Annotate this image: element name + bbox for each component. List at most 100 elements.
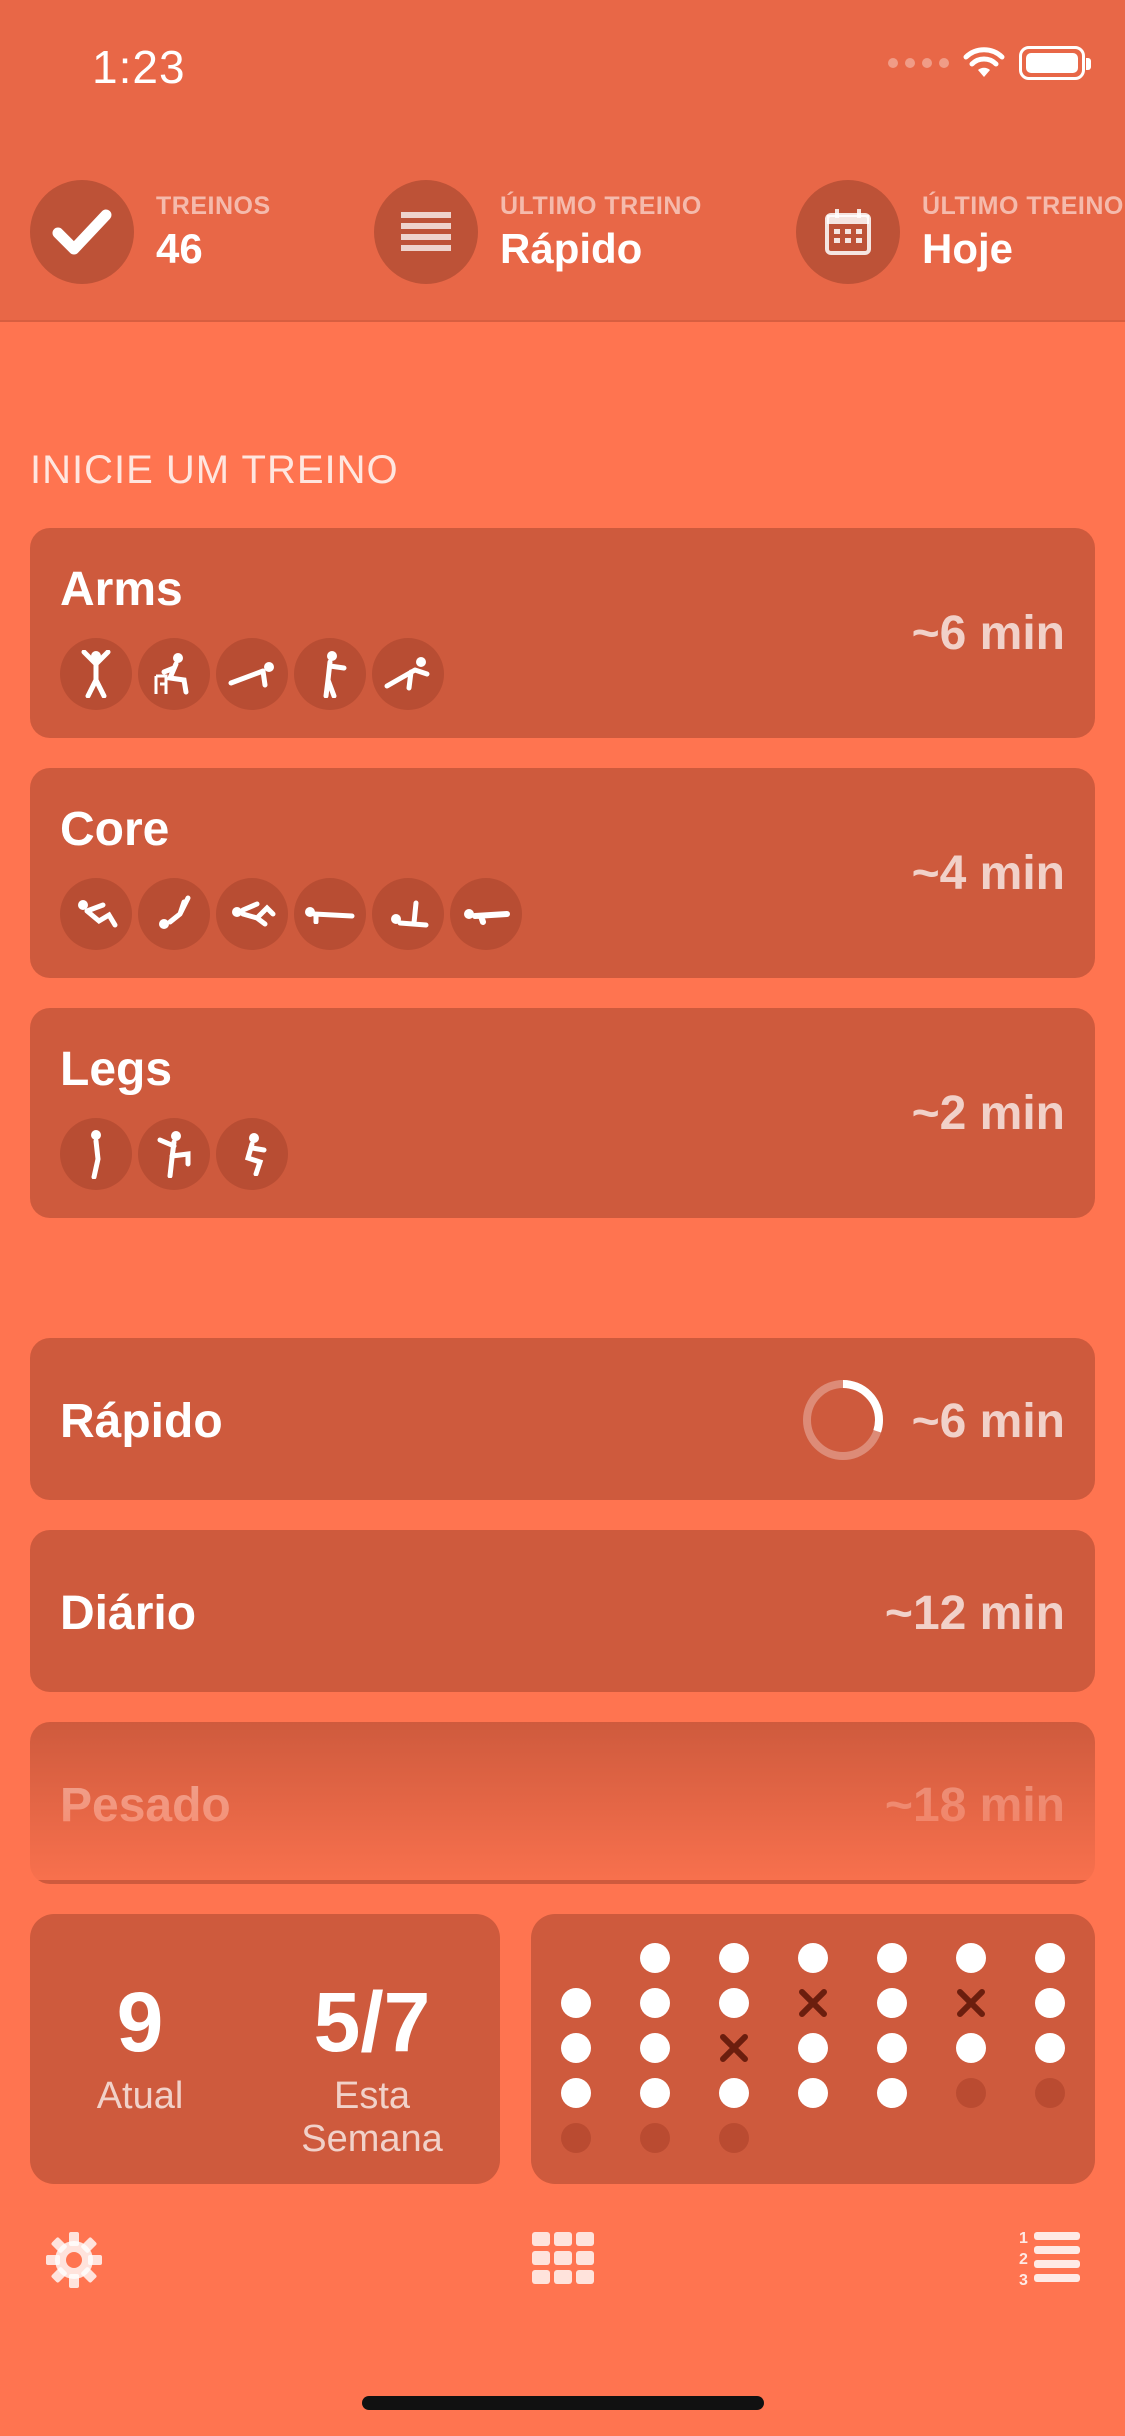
stat-last-workout-date: ÚLTIMO TREINO Hoje [796,180,1124,284]
day-future-dot [1035,2078,1065,2108]
section-title: INICIE UM TREINO [30,448,399,492]
day-done-dot [798,2078,828,2108]
day-done-dot [561,2033,591,2063]
workout-card-pesado[interactable]: Pesado ~18 min [30,1722,1095,1884]
stats-header: 1:23 TREINOS 46 ÚLTIMO TREINO Rápido ÚLT… [0,0,1125,322]
plank-icon [294,878,366,950]
checkmark-icon [30,180,134,284]
calendar-icon [796,180,900,284]
day-done-dot [640,2078,670,2108]
current-streak-value: 9 [116,1975,164,2069]
grid-icon[interactable] [532,2232,594,2284]
day-done-dot [877,1943,907,1973]
day-done-dot [877,2078,907,2108]
stat-value: 46 [156,224,203,272]
day-done-dot [640,1988,670,2018]
week-streak-label: Esta Semana [301,2075,443,2160]
day-done-dot [877,1988,907,2018]
list-icon [374,180,478,284]
plank-rotation-icon [372,638,444,710]
workout-card-diario[interactable]: Diário ~12 min [30,1530,1095,1692]
workout-name: Pesado [60,1779,231,1832]
squat-icon [216,1118,288,1190]
exercise-icons [60,638,444,710]
workout-duration: ~6 min [911,1395,1065,1448]
workout-name: Diário [60,1587,197,1640]
workout-card-rapido[interactable]: Rápido ~6 min [30,1338,1095,1500]
workout-duration: ~4 min [911,847,1065,900]
day-done-dot [1035,2033,1065,2063]
crunch-icon [60,878,132,950]
chair-dip-icon [138,638,210,710]
day-done-dot [719,1988,749,2018]
workout-duration: ~18 min [884,1779,1065,1832]
stat-value: Hoje [922,224,1014,272]
current-streak: 9 Atual [70,1974,210,2118]
push-up-icon [216,638,288,710]
week-streak: 5/7 Esta Semana [262,1974,482,2161]
history-grid [561,1943,1065,2153]
day-done-dot [719,1943,749,1973]
workout-name: Legs [60,1043,173,1096]
workout-duration: ~6 min [911,607,1065,660]
exercise-icons [60,1118,288,1190]
day-missed-mark [957,1989,985,2017]
workout-name: Core [60,803,170,856]
workout-duration: ~2 min [911,1087,1065,1140]
day-done-dot [798,1943,828,1973]
stat-label: ÚLTIMO TREINO [922,191,1124,220]
day-future-dot [640,2123,670,2153]
progress-ring-icon [803,1380,883,1460]
gear-icon[interactable] [44,2230,104,2290]
workout-name: Arms [60,563,183,616]
bicycle-crunch-icon [216,878,288,950]
day-future-dot [719,2123,749,2153]
superman-icon [450,878,522,950]
day-future-dot [956,2078,986,2108]
wifi-icon [963,47,1005,77]
jumping-jack-icon [60,638,132,710]
day-done-dot [640,2033,670,2063]
svg-text:2: 2 [1019,2251,1028,2268]
high-knees-icon [138,1118,210,1190]
status-indicators [888,46,1091,80]
battery-icon [1019,46,1091,80]
stat-workouts: TREINOS 46 [30,180,271,284]
workout-card-arms[interactable]: Arms ~6 min [30,528,1095,738]
day-future-dot [561,2123,591,2153]
day-done-dot [1035,1988,1065,2018]
workout-name: Rápido [60,1395,223,1448]
stat-label: TREINOS [156,191,271,220]
workout-duration: ~12 min [884,1587,1065,1640]
stat-last-workout-type: ÚLTIMO TREINO Rápido [374,180,702,284]
cellular-signal-icon [888,58,949,68]
day-done-dot [561,1988,591,2018]
day-missed-mark [720,2034,748,2062]
home-indicator[interactable] [362,2396,764,2410]
week-streak-value: 5/7 [313,1975,431,2069]
svg-text:3: 3 [1019,2272,1028,2289]
exercise-icons [60,878,522,950]
day-done-dot [640,1943,670,1973]
day-missed-mark [799,1989,827,2017]
wall-push-icon [294,638,366,710]
day-done-dot [956,2033,986,2063]
streak-panel[interactable]: 9 Atual 5/7 Esta Semana [30,1914,500,2184]
day-done-dot [719,2078,749,2108]
wall-sit-icon [60,1118,132,1190]
day-done-dot [1035,1943,1065,1973]
workout-card-core[interactable]: Core ~4 min [30,768,1095,978]
stat-label: ÚLTIMO TREINO [500,191,702,220]
stat-value: Rápido [500,224,643,272]
numbered-list-icon[interactable]: 1 2 3 [1018,2226,1082,2290]
day-done-dot [561,2078,591,2108]
current-streak-label: Atual [96,2075,184,2117]
day-done-dot [956,1943,986,1973]
svg-text:1: 1 [1019,2230,1028,2247]
leg-raise-icon [138,878,210,950]
history-grid-panel[interactable] [531,1914,1095,2184]
side-plank-icon [372,878,444,950]
status-time: 1:23 [92,41,186,93]
day-done-dot [798,2033,828,2063]
workout-card-legs[interactable]: Legs ~2 min [30,1008,1095,1218]
